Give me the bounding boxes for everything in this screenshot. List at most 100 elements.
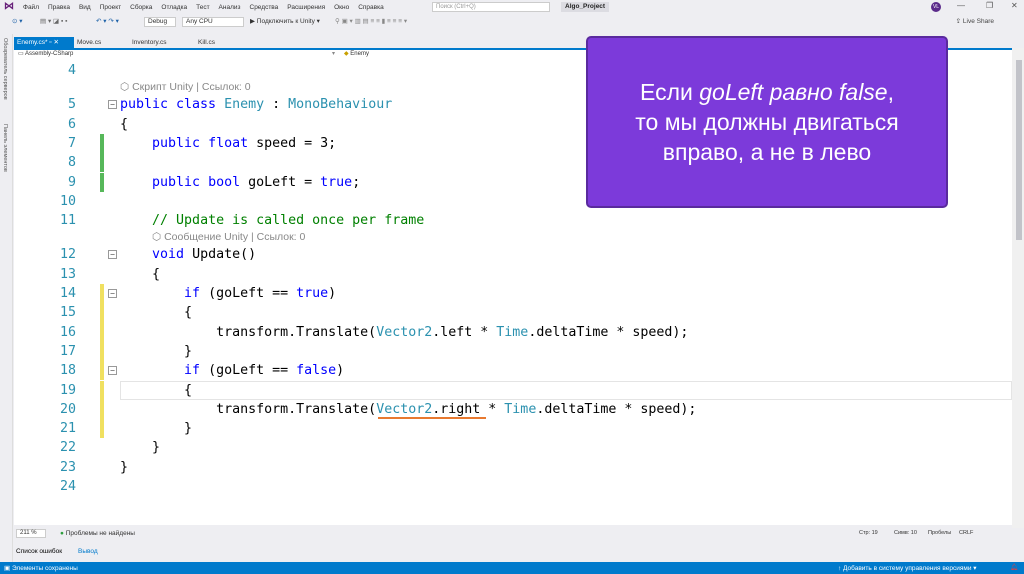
line-number: 19	[59, 382, 76, 398]
add-to-source-control-button[interactable]: ↑ Добавить в систему управления версиями…	[838, 564, 977, 572]
tab-inventory[interactable]: Inventory.cs	[129, 37, 170, 48]
notification-icon[interactable]: 🔔︎	[1010, 563, 1018, 571]
menu-item[interactable]: Файл	[23, 4, 39, 11]
code-line[interactable]: 23}	[14, 458, 1012, 477]
code-line[interactable]: 16 transform.Translate(Vector2.left * Ti…	[14, 322, 1012, 342]
tab-move[interactable]: Move.cs	[74, 37, 104, 48]
tab-enemy[interactable]: Enemy.cs* ▫ ✕	[14, 37, 74, 48]
menu-item[interactable]: Проект	[100, 4, 121, 11]
code-line[interactable]: 21 }	[14, 419, 1012, 439]
callout-line-2: то мы должны двигаться	[635, 109, 899, 135]
close-icon[interactable]: ▫ ✕	[49, 39, 59, 46]
server-explorer-tab[interactable]: Обозреватель серверов	[2, 38, 8, 100]
spaces-indicator[interactable]: Пробелы	[928, 530, 951, 536]
code-token: public bool	[152, 174, 241, 190]
callout-line-1: Если goLeft равно false,	[640, 79, 894, 105]
menu-item[interactable]: Средства	[250, 4, 279, 11]
menu-item[interactable]: Окно	[334, 4, 349, 11]
code-token: {	[120, 266, 161, 282]
toolbox-tab[interactable]: Панель элементов	[2, 124, 8, 172]
project-dropdown[interactable]: ▭ Assembly-CSharp	[18, 50, 73, 57]
code-text: public bool goLeft = true;	[120, 173, 360, 192]
code-line[interactable]: 17 }	[14, 341, 1012, 362]
code-token: MonoBehaviour	[288, 97, 393, 113]
code-token: false	[296, 363, 337, 379]
menu-item[interactable]: Вид	[79, 4, 91, 11]
zoom-select[interactable]: 211 %	[16, 529, 46, 538]
scrollbar-thumb[interactable]	[1016, 60, 1022, 240]
undo-icon[interactable]: ↶ ▾ ↷ ▾	[96, 17, 119, 25]
menu-item[interactable]: Тест	[196, 4, 209, 11]
code-text: }	[120, 438, 160, 457]
run-button[interactable]: ▶ Подключить к Unity ▾	[250, 17, 320, 25]
close-icon[interactable]: ✕	[1011, 1, 1018, 10]
code-token: }	[120, 343, 193, 359]
restore-icon[interactable]: ❐	[986, 1, 993, 10]
eol-indicator[interactable]: CRLF	[959, 530, 973, 536]
platform-select[interactable]: Any CPU	[182, 17, 244, 27]
line-number: 23	[59, 459, 76, 475]
minimize-icon[interactable]: —	[957, 1, 965, 10]
avatar[interactable]: VL	[931, 2, 941, 12]
issues-label: Проблемы не найдены	[65, 530, 135, 537]
code-line[interactable]: 20 transform.Translate(Vector2.right * T…	[14, 399, 1012, 420]
menu-item[interactable]: Расширения	[287, 4, 325, 11]
code-line[interactable]: 15 {	[14, 303, 1012, 323]
code-line[interactable]: 22 }	[14, 438, 1012, 457]
code-token: }	[120, 459, 129, 475]
class-label: Enemy	[350, 51, 369, 57]
live-share-button[interactable]: ⇪ Live Share	[956, 17, 994, 25]
editor-status-bar: 211 % ● Проблемы не найдены Стр: 19 Симв…	[14, 528, 1012, 540]
codelens-info[interactable]: ⬡ Сообщение Unity | Ссылок: 0	[152, 231, 305, 243]
class-dropdown[interactable]: ◆ Enemy	[344, 50, 369, 57]
code-token: goLeft =	[240, 174, 321, 190]
code-line[interactable]: 13 {	[14, 265, 1012, 284]
chevron-down-icon[interactable]: ▾	[332, 50, 335, 57]
unsaved-change-marker	[100, 380, 104, 400]
callout-annotation: Если goLeft равно false, то мы должны дв…	[586, 36, 948, 208]
line-number: 12	[59, 247, 76, 263]
saved-change-marker	[100, 172, 104, 192]
menu-item[interactable]: Сборка	[130, 4, 152, 11]
menu-item[interactable]: Справка	[358, 4, 384, 11]
menu-item[interactable]: Отладка	[161, 4, 187, 11]
codelens-info[interactable]: ⬡ Скрипт Unity | Ссылок: 0	[120, 81, 251, 93]
saved-change-marker	[100, 153, 104, 173]
code-token: if	[184, 286, 201, 301]
code-token: .left *	[432, 324, 497, 340]
collapse-icon[interactable]: −	[108, 366, 117, 376]
config-select[interactable]: Debug	[144, 17, 176, 27]
code-line[interactable]: 12 − void Update()	[14, 245, 1012, 264]
menu-item[interactable]: Анализ	[219, 4, 241, 11]
search-input[interactable]: Поиск (Ctrl+Q)	[432, 2, 550, 12]
code-line[interactable]: 14 − if (goLeft == true)	[14, 284, 1012, 304]
code-token: .right *	[432, 401, 505, 417]
code-line[interactable]: 18 − if (goLeft == false)	[14, 361, 1012, 381]
unsaved-change-marker	[100, 361, 104, 381]
code-line[interactable]: 24	[14, 477, 1012, 496]
collapse-icon[interactable]: −	[108, 100, 117, 110]
issues-indicator[interactable]: ● Проблемы не найдены	[60, 530, 135, 537]
code-token: {	[120, 116, 129, 132]
save-icons[interactable]: ▤ ▾ ◪ ▪ ▪	[40, 17, 67, 25]
code-token: )	[336, 363, 345, 379]
line-number: 5	[67, 97, 76, 113]
project-name: Algo_Project	[561, 2, 610, 12]
tab-error-list[interactable]: Список ошибок	[16, 548, 62, 555]
collapse-icon[interactable]: −	[108, 289, 117, 298]
tab-kill[interactable]: Kill.cs	[195, 37, 218, 48]
side-panel-strip: Обозреватель серверов Панель элементов	[0, 34, 13, 562]
code-line[interactable]: 19 {	[14, 380, 1012, 400]
menu-item[interactable]: Правка	[48, 4, 70, 11]
unsaved-change-marker	[100, 419, 104, 439]
code-token: // Update is called once per frame	[152, 213, 425, 229]
code-line[interactable]: 11 // Update is called once per frame	[14, 211, 1012, 230]
collapse-icon[interactable]: −	[108, 250, 117, 260]
line-number: 14	[59, 286, 76, 301]
tab-output[interactable]: Вывод	[78, 548, 98, 555]
toolbar-icons[interactable]: ⚲ ▣ ▾ ▥ ▤ ≡ ≡ ▮ ≡ ≡ ≡ ▾	[335, 17, 407, 25]
code-token: Update()	[184, 247, 257, 263]
back-icon[interactable]: ⊙ ▾	[12, 17, 23, 25]
